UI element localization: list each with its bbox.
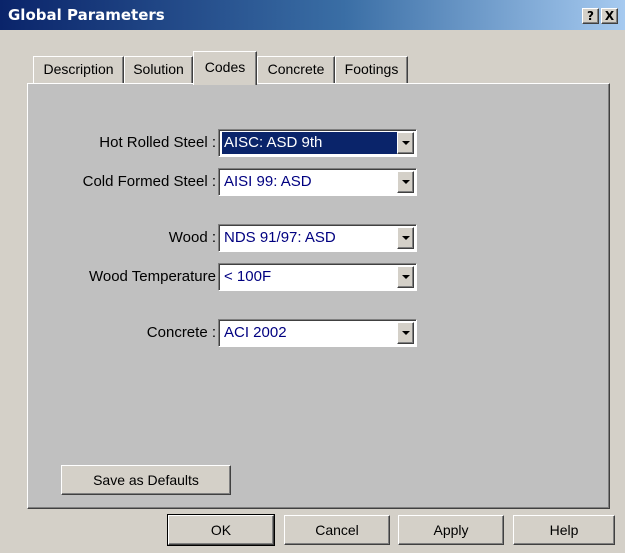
chevron-down-icon[interactable]	[397, 322, 414, 344]
help-icon[interactable]: ?	[582, 8, 599, 24]
chevron-down-icon[interactable]	[397, 227, 414, 249]
tab-description[interactable]: Description	[33, 56, 124, 83]
chevron-down-icon[interactable]	[397, 266, 414, 288]
wood-temperature-select[interactable]: < 100F	[218, 263, 417, 291]
window-title: Global Parameters	[8, 6, 165, 24]
save-as-defaults-button[interactable]: Save as Defaults	[61, 465, 231, 495]
cold-formed-steel-label: Cold Formed Steel :	[82, 173, 216, 190]
ok-button[interactable]: OK	[167, 514, 275, 546]
wood-select[interactable]: NDS 91/97: ASD	[218, 224, 417, 252]
hot-rolled-steel-label: Hot Rolled Steel :	[99, 134, 216, 151]
concrete-value: ACI 2002	[224, 324, 287, 341]
tab-codes[interactable]: Codes	[193, 51, 257, 85]
wood-temperature-value: < 100F	[224, 268, 272, 285]
wood-value: NDS 91/97: ASD	[224, 229, 336, 246]
tab-solution[interactable]: Solution	[124, 56, 193, 83]
close-icon[interactable]: X	[601, 8, 618, 24]
wood-label: Wood :	[168, 229, 216, 246]
help-button[interactable]: Help	[513, 515, 615, 545]
cold-formed-steel-value: AISI 99: ASD	[224, 173, 312, 190]
codes-panel: Hot Rolled Steel : AISC: ASD 9th Cold Fo…	[27, 83, 610, 509]
wood-temperature-label: Wood Temperature	[88, 268, 216, 285]
chevron-down-icon[interactable]	[397, 132, 414, 154]
concrete-select[interactable]: ACI 2002	[218, 319, 417, 347]
chevron-down-icon[interactable]	[397, 171, 414, 193]
concrete-label: Concrete :	[146, 324, 216, 341]
cancel-button[interactable]: Cancel	[284, 515, 390, 545]
hot-rolled-steel-value: AISC: ASD 9th	[222, 132, 397, 154]
apply-button[interactable]: Apply	[398, 515, 504, 545]
tab-footings[interactable]: Footings	[335, 56, 408, 83]
cold-formed-steel-select[interactable]: AISI 99: ASD	[218, 168, 417, 196]
tab-concrete[interactable]: Concrete	[257, 56, 335, 83]
hot-rolled-steel-select[interactable]: AISC: ASD 9th	[218, 129, 417, 157]
